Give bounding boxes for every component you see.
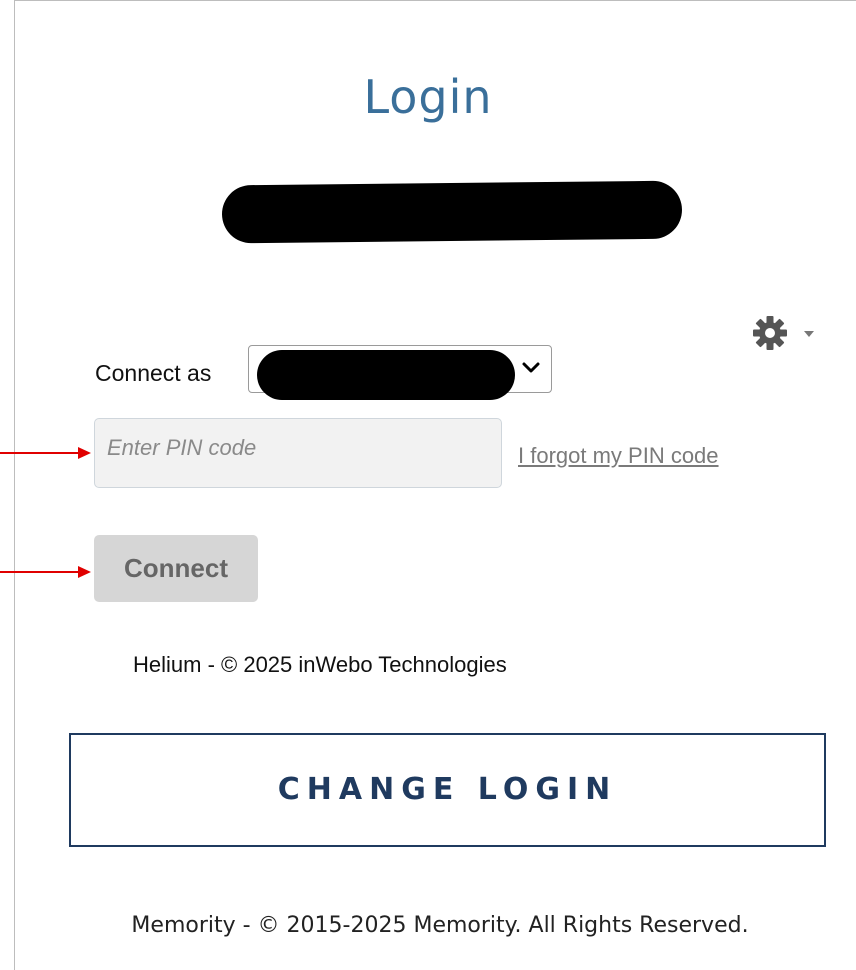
redacted-account-name [221, 180, 683, 244]
change-login-button[interactable]: CHANGE LOGIN [69, 733, 826, 847]
account-select[interactable] [248, 345, 552, 400]
caret-down-icon [804, 331, 814, 337]
chevron-down-icon [522, 362, 540, 373]
connect-button[interactable]: Connect [94, 535, 258, 602]
arrow-right-icon [0, 447, 91, 459]
connect-as-label: Connect as [95, 360, 212, 386]
page-title: Login [363, 70, 493, 124]
redacted-username [257, 350, 515, 400]
gear-icon [753, 316, 814, 350]
arrow-right-icon [0, 566, 91, 578]
settings-menu-button[interactable] [752, 315, 822, 351]
helium-copyright: Helium - © 2025 inWebo Technologies [133, 652, 507, 677]
memority-copyright: Memority - © 2015-2025 Memority. All Rig… [131, 913, 749, 938]
forgot-pin-link[interactable]: I forgot my PIN code [518, 443, 719, 469]
pin-code-input[interactable] [94, 418, 502, 488]
